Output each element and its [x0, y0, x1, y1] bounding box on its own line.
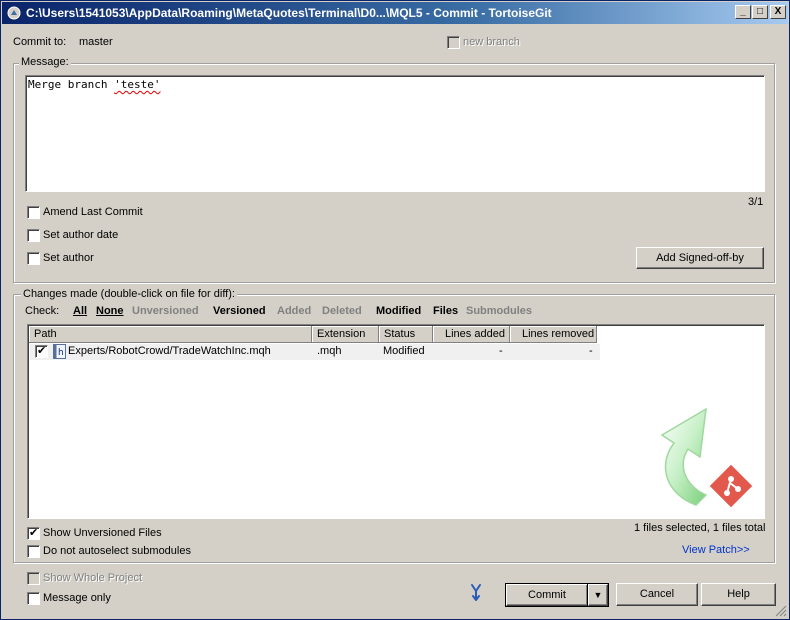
commit-to-label: Commit to:	[13, 36, 67, 48]
view-patch-link[interactable]: View Patch>>	[682, 544, 750, 556]
message-only-label[interactable]: Message only	[43, 592, 111, 604]
row-lines-added: -	[499, 345, 503, 357]
message-only-checkbox[interactable]	[27, 592, 40, 605]
title-bar[interactable]: C:\Users\1541053\AppData\Roaming\MetaQuo…	[2, 2, 788, 24]
file-icon-letter: h	[58, 348, 64, 358]
set-author-label[interactable]: Set author	[43, 252, 94, 264]
commit-button[interactable]: Commit	[505, 583, 589, 607]
check-label: Check:	[25, 305, 60, 317]
message-textarea[interactable]: Merge branch 'teste'	[25, 75, 765, 192]
branch-name: master	[79, 36, 113, 48]
amend-last-commit-checkbox[interactable]	[27, 206, 40, 219]
column-header-status[interactable]: Status	[379, 326, 433, 343]
amend-last-commit-label[interactable]: Amend Last Commit	[43, 206, 143, 218]
file-row-checkbox[interactable]	[35, 344, 48, 358]
cursor-position: 3/1	[748, 196, 764, 208]
set-author-date-label[interactable]: Set author date	[43, 229, 118, 241]
selection-summary: 1 files selected, 1 files total	[634, 522, 766, 534]
new-branch-label: new branch	[463, 36, 520, 48]
filter-deleted[interactable]: Deleted	[322, 305, 362, 317]
message-text-flagged: 'teste'	[114, 78, 161, 91]
commit-dropdown-button[interactable]: ▼	[587, 583, 609, 607]
column-header-path[interactable]: Path	[29, 326, 312, 343]
show-unversioned-files-label[interactable]: Show Unversioned Files	[43, 527, 162, 539]
commit-dialog: C:\Users\1541053\AppData\Roaming\MetaQuo…	[0, 0, 790, 620]
merge-arrow-icon	[471, 584, 481, 601]
column-header-lines-removed[interactable]: Lines removed	[510, 326, 597, 343]
tortoisegit-app-icon	[7, 6, 21, 20]
row-extension: .mqh	[317, 345, 342, 357]
changes-list[interactable]: Path Extension Status Lines added Lines …	[27, 324, 765, 519]
maximize-button[interactable]: □	[752, 5, 768, 19]
show-unversioned-files-checkbox[interactable]	[27, 526, 40, 540]
filter-none[interactable]: None	[96, 305, 124, 317]
column-header-extension[interactable]: Extension	[312, 326, 379, 343]
filter-files[interactable]: Files	[433, 305, 458, 317]
filter-unversioned[interactable]: Unversioned	[132, 305, 199, 317]
do-not-autoselect-submodules-label[interactable]: Do not autoselect submodules	[43, 545, 191, 557]
column-header-lines-added[interactable]: Lines added	[433, 326, 510, 343]
header-file-icon: h	[53, 344, 66, 359]
message-group-label: Message:	[19, 56, 71, 68]
resize-grip-icon[interactable]	[775, 605, 787, 617]
close-button[interactable]: X	[770, 5, 786, 19]
changes-group-label: Changes made (double-click on file for d…	[21, 288, 237, 300]
filter-added[interactable]: Added	[277, 305, 311, 317]
do-not-autoselect-submodules-checkbox[interactable]	[27, 545, 40, 558]
minimize-button[interactable]: _	[735, 5, 751, 19]
add-signed-off-by-button[interactable]: Add Signed-off-by	[636, 247, 764, 269]
tortoisegit-watermark-logo	[660, 407, 753, 508]
window-title: C:\Users\1541053\AppData\Roaming\MetaQuo…	[26, 6, 552, 20]
filter-versioned[interactable]: Versioned	[213, 305, 266, 317]
row-status: Modified	[383, 345, 425, 357]
row-path: Experts/RobotCrowd/TradeWatchInc.mqh	[68, 345, 271, 357]
filter-submodules[interactable]: Submodules	[466, 305, 532, 317]
set-author-checkbox[interactable]	[27, 252, 40, 265]
new-branch-checkbox[interactable]	[447, 36, 460, 49]
help-button[interactable]: Help	[701, 583, 776, 606]
row-lines-removed: -	[589, 345, 593, 357]
show-whole-project-label: Show Whole Project	[43, 572, 143, 584]
show-whole-project-checkbox[interactable]	[27, 572, 40, 585]
message-text-prefix: Merge branch	[28, 78, 115, 91]
set-author-date-checkbox[interactable]	[27, 229, 40, 242]
filter-modified[interactable]: Modified	[376, 305, 421, 317]
filter-all[interactable]: All	[73, 305, 87, 317]
cancel-button[interactable]: Cancel	[616, 583, 698, 606]
